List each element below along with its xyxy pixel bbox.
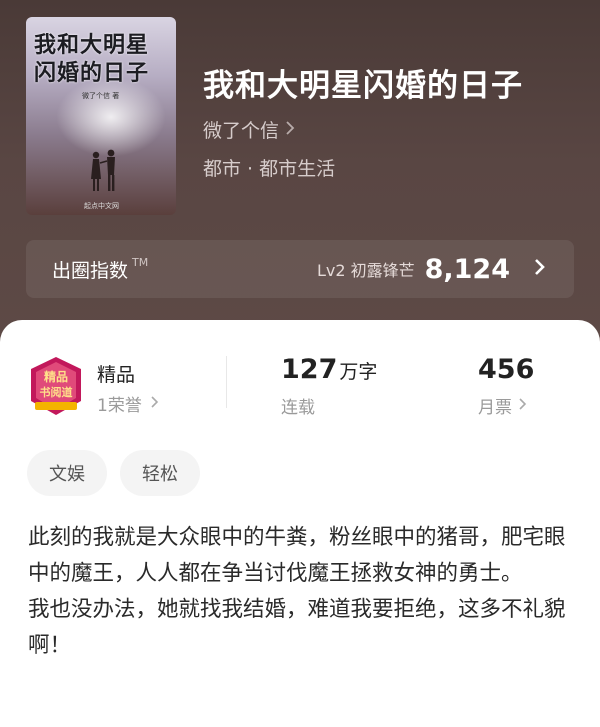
popularity-index-label: 出圈指数 — [52, 259, 129, 282]
popularity-index-value: 8,124 — [424, 253, 510, 285]
honor-count: 1荣誉 — [97, 396, 142, 416]
book-detail-card: 精品 书阅道 精品 1荣誉 127 万字 连载 456 月票 文娱 轻松 此刻的… — [0, 320, 600, 727]
cover-publisher-text: 起点中文网 — [84, 202, 119, 210]
chevron-right-icon — [518, 396, 527, 416]
honor-title: 精品 — [97, 364, 136, 386]
word-count: 127 万字 — [281, 354, 377, 385]
author-name: 微了个信 — [203, 120, 280, 142]
monthly-ticket-value: 456 — [478, 354, 535, 385]
couple-silhouette-icon — [91, 149, 115, 191]
monthly-ticket-link[interactable]: 月票 — [478, 393, 527, 418]
chevron-right-icon — [534, 257, 546, 281]
popularity-level: Lv2 初露锋芒 — [316, 261, 415, 280]
trademark-mark: TM — [132, 255, 149, 269]
svg-text:精品: 精品 — [44, 369, 68, 384]
svg-text:书阅道: 书阅道 — [40, 385, 73, 399]
book-description[interactable]: 此刻的我就是大众眼中的牛粪，粉丝眼中的猪哥，肥宅眼中的魔王，人人都在争当讨伐魔王… — [28, 520, 574, 664]
tag-chip[interactable]: 文娱 — [27, 450, 107, 496]
cover-title-text: 我和大明星 闪婚的日子 — [34, 32, 150, 86]
cover-author-text: 微了个信 著 — [82, 92, 120, 100]
quality-badge-icon[interactable]: 精品 书阅道 — [27, 355, 85, 417]
monthly-ticket-label: 月票 — [478, 398, 512, 418]
stats-divider — [226, 356, 227, 408]
word-count-value: 127 — [281, 354, 338, 385]
book-cover-image[interactable]: 我和大明星 闪婚的日子 微了个信 著 起点中文网 — [26, 17, 176, 215]
popularity-index-value-group: Lv2 初露锋芒 8,124 — [317, 254, 546, 285]
book-title: 我和大明星闪婚的日子 — [203, 68, 523, 104]
popularity-index-label-group: 出圈指数 TM — [52, 256, 148, 283]
book-genre: 都市 · 都市生活 — [203, 158, 336, 180]
description-paragraph: 我也没办法，她就找我结婚，难道我要拒绝，这多不礼貌啊！ — [28, 597, 566, 658]
book-header: 我和大明星 闪婚的日子 微了个信 著 起点中文网 我和大明星闪婚的日子 微了个信… — [0, 0, 600, 360]
word-count-unit: 万字 — [339, 361, 378, 383]
honor-link[interactable]: 1荣誉 — [97, 391, 159, 416]
description-paragraph: 此刻的我就是大众眼中的牛粪，粉丝眼中的猪哥，肥宅眼中的魔王，人人都在争当讨伐魔王… — [28, 525, 566, 586]
chevron-right-icon — [285, 120, 295, 140]
popularity-index-bar[interactable]: 出圈指数 TM Lv2 初露锋芒 8,124 — [26, 240, 574, 298]
serial-status: 连载 — [281, 398, 315, 418]
author-link[interactable]: 微了个信 — [203, 116, 295, 143]
chevron-right-icon — [150, 394, 159, 414]
tag-chip[interactable]: 轻松 — [120, 450, 200, 496]
